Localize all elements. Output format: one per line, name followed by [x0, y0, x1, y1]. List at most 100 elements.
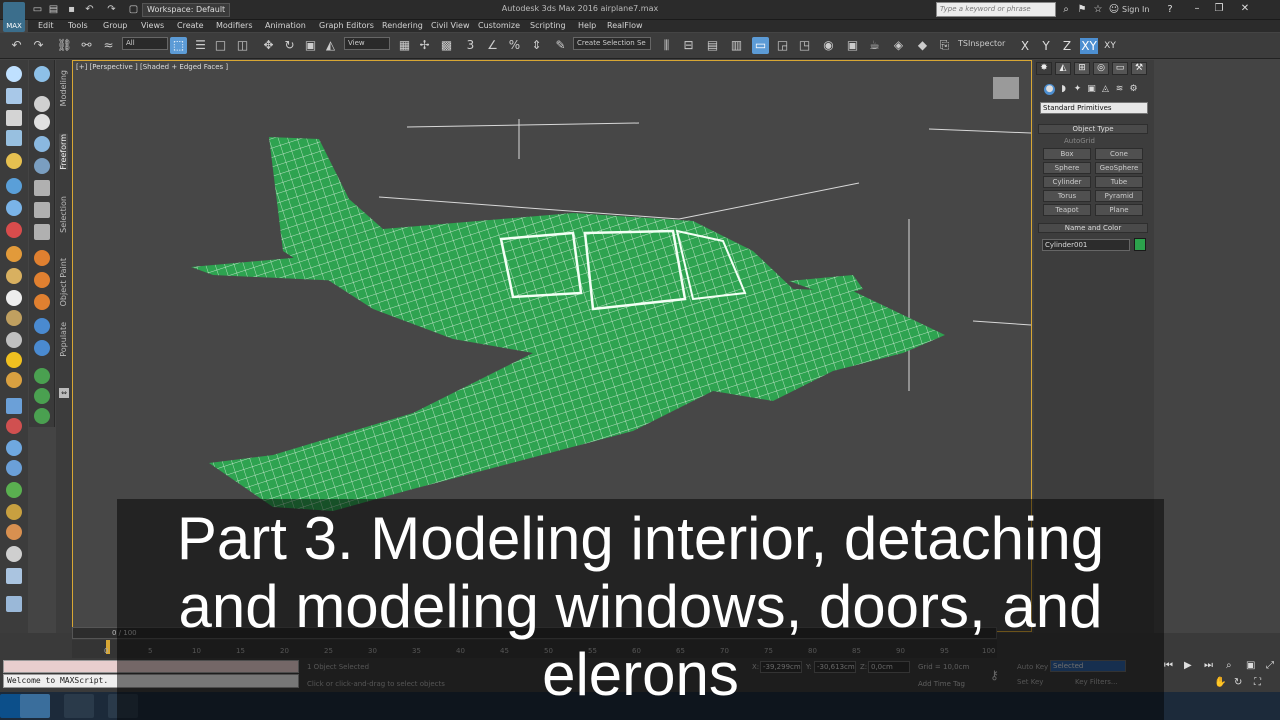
angle-snap-icon[interactable]: ∠ [484, 37, 501, 54]
hierarchy-tab-icon[interactable]: ⊞ [1074, 62, 1090, 75]
close-button[interactable]: ✕ [1238, 3, 1252, 16]
menu-modifiers[interactable]: Modifiers [216, 20, 253, 32]
open-file-icon[interactable]: ▤ [48, 4, 59, 15]
plug-icon[interactable] [6, 418, 22, 434]
hair-icon[interactable] [6, 504, 22, 520]
material-editor-icon[interactable]: ◉ [820, 37, 837, 54]
sphere-button[interactable]: Sphere [1043, 162, 1091, 174]
motion-tab-icon[interactable]: ◎ [1093, 62, 1109, 75]
utilities-tab-icon[interactable]: ⚒ [1131, 62, 1147, 75]
workspace-dropdown[interactable]: Workspace: Default [142, 3, 230, 17]
keyboard-shortcut-icon[interactable]: ▩ [438, 37, 455, 54]
shapes-icon[interactable]: ◗ [1058, 84, 1069, 95]
save-icon[interactable]: ▪ [66, 4, 77, 15]
ribbon-collapse-icon[interactable]: ⇔ [59, 388, 69, 398]
axis-xy-cycle-button[interactable]: XY [1101, 38, 1119, 54]
align-icon[interactable]: ⊟ [680, 37, 697, 54]
torus-icon[interactable] [6, 310, 22, 326]
spinner-snap-icon[interactable]: ⇕ [528, 37, 545, 54]
autogrid-checkbox[interactable]: AutoGrid [1064, 137, 1095, 145]
undo-icon[interactable]: ↶ [8, 37, 25, 54]
link-icon[interactable]: ⛓ [56, 37, 73, 54]
circle-icon[interactable] [6, 290, 22, 306]
menu-create[interactable]: Create [177, 20, 204, 32]
shirt-icon[interactable] [34, 114, 50, 130]
sphere-icon[interactable] [6, 268, 22, 284]
swift-loop-icon[interactable] [34, 388, 50, 404]
cone-button[interactable]: Cone [1095, 148, 1143, 160]
orbit-icon[interactable]: ↻ [1234, 677, 1242, 688]
camera-app-icon[interactable] [64, 694, 94, 718]
cloth-icon[interactable] [6, 524, 22, 540]
plane-button[interactable]: Plane [1095, 204, 1143, 216]
menu-help[interactable]: Help [578, 20, 596, 32]
rectangular-selection-icon[interactable]: □ [212, 37, 229, 54]
maximize-button[interactable]: ❐ [1212, 3, 1226, 16]
geometry-icon[interactable]: ● [1044, 84, 1055, 95]
list-icon[interactable] [6, 130, 22, 146]
undo-icon[interactable]: ↶ [84, 4, 95, 15]
grow-icon[interactable] [34, 340, 50, 356]
menu-views[interactable]: Views [141, 20, 164, 32]
redo-icon[interactable]: ↷ [30, 37, 47, 54]
search-icon[interactable]: ⌕ [1060, 4, 1072, 16]
shrink-icon[interactable] [34, 368, 50, 384]
grid-icon[interactable] [6, 110, 22, 126]
menu-civil-view[interactable]: Civil View [431, 20, 470, 32]
rotate-icon[interactable]: ↻ [281, 37, 298, 54]
zoom-extents-icon[interactable]: ▣ [1246, 660, 1255, 671]
zoom-icon[interactable]: ⌕ [1226, 660, 1232, 671]
object-color-swatch[interactable] [1134, 238, 1146, 251]
torus-button[interactable]: Torus [1043, 190, 1091, 202]
scale-icon[interactable]: ▣ [302, 37, 319, 54]
geosphere-button[interactable]: GeoSphere [1095, 162, 1143, 174]
render-setup-icon[interactable]: ▣ [844, 37, 861, 54]
cut-icon[interactable] [34, 408, 50, 424]
communication-icon[interactable]: ☆ [1092, 4, 1104, 16]
select-by-name-icon[interactable]: ☰ [192, 37, 209, 54]
eye-icon[interactable] [6, 66, 22, 82]
ring-icon[interactable] [6, 372, 22, 388]
curve-editor-icon[interactable]: ◲ [774, 37, 791, 54]
tab-selection[interactable]: Selection [59, 196, 68, 233]
helpers-icon[interactable]: ◬ [1100, 84, 1111, 95]
move-icon[interactable]: ✥ [260, 37, 277, 54]
brush-icon[interactable] [34, 136, 50, 152]
vertex-icon[interactable] [34, 180, 50, 196]
3dsmax-taskbar-icon[interactable] [20, 694, 50, 718]
ball-icon[interactable] [6, 546, 22, 562]
schematic-view-icon[interactable]: ◳ [796, 37, 813, 54]
light-icon[interactable] [6, 153, 22, 169]
system-icon[interactable] [6, 246, 22, 262]
minimize-button[interactable]: – [1190, 3, 1204, 16]
drop-icon[interactable] [34, 96, 50, 112]
object-name-field[interactable]: Cylinder001 [1042, 239, 1130, 251]
edge-icon[interactable] [34, 202, 50, 218]
cameras-icon[interactable]: ▣ [1086, 84, 1097, 95]
select-object-icon[interactable]: ⬚ [170, 37, 187, 54]
maximize-viewport-icon[interactable]: ⤢ [1266, 660, 1274, 671]
render-online-icon[interactable]: ⎘ [936, 37, 953, 54]
snaps-toggle-icon[interactable]: 3 [462, 37, 479, 54]
window-crossing-icon[interactable]: ◫ [234, 37, 251, 54]
viewcube[interactable] [993, 77, 1019, 99]
axis-y-button[interactable]: Y [1037, 38, 1055, 54]
menu-graph-editors[interactable]: Graph Editors [319, 20, 374, 32]
unlink-icon[interactable]: ⚯ [78, 37, 95, 54]
sign-in-link[interactable]: Sign In [1122, 5, 1149, 14]
globe-icon[interactable] [6, 460, 22, 476]
menu-group[interactable]: Group [103, 20, 127, 32]
named-selection-dropdown[interactable]: Create Selection Se [573, 37, 651, 50]
go-to-end-icon[interactable]: ⏭ [1204, 660, 1213, 671]
window-icon[interactable] [6, 88, 22, 104]
tsinspector-label[interactable]: TSInspector [958, 39, 1005, 48]
pyramid-button[interactable]: Pyramid [1095, 190, 1143, 202]
new-file-icon[interactable]: ▭ [32, 4, 43, 15]
redo-icon[interactable]: ↷ [106, 4, 117, 15]
axis-z-button[interactable]: Z [1058, 38, 1076, 54]
object-type-rollout[interactable]: Object Type [1038, 124, 1148, 134]
axis-xy-button[interactable]: XY [1080, 38, 1098, 54]
render-iterative-icon[interactable]: ◆ [914, 37, 931, 54]
toggle-scene-explorer-icon[interactable]: ▤ [704, 37, 721, 54]
project-folder-icon[interactable]: ▢ [128, 4, 139, 15]
